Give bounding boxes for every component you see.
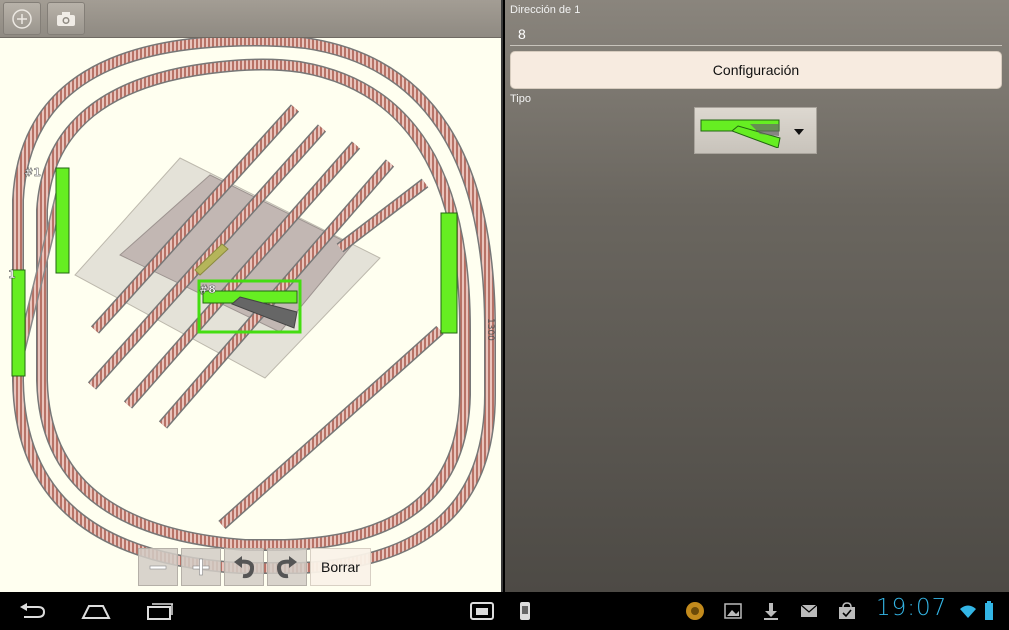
usb-status bbox=[516, 592, 534, 630]
chevron-down-icon bbox=[794, 129, 804, 135]
turnout-1-upper[interactable] bbox=[55, 167, 70, 274]
store-notification[interactable] bbox=[836, 592, 858, 630]
turnout-right[interactable] bbox=[440, 212, 458, 334]
recent-apps-button[interactable] bbox=[142, 592, 178, 630]
mail-notification[interactable] bbox=[798, 592, 820, 630]
configuration-button[interactable]: Configuración bbox=[510, 51, 1002, 89]
wifi-icon bbox=[960, 605, 976, 618]
status-clock: 19:07 bbox=[876, 595, 948, 621]
screenshot-button[interactable] bbox=[468, 592, 496, 630]
turnout-right-icon bbox=[700, 119, 781, 148]
turnout-label-b: 1 bbox=[8, 268, 16, 281]
home-button[interactable] bbox=[78, 592, 114, 630]
type-label: Tipo bbox=[510, 93, 531, 105]
type-dropdown[interactable] bbox=[694, 107, 817, 154]
address-input[interactable] bbox=[510, 22, 1002, 46]
screenshot-icon bbox=[470, 602, 494, 620]
zoom-in-button[interactable] bbox=[181, 548, 221, 586]
app-notification-icon bbox=[686, 602, 704, 620]
zoom-out-button[interactable] bbox=[138, 548, 178, 586]
recent-apps-icon bbox=[147, 603, 173, 620]
mail-icon bbox=[800, 604, 818, 617]
app-notification[interactable] bbox=[684, 592, 706, 630]
add-circle-icon bbox=[12, 8, 32, 29]
battery-icon bbox=[985, 601, 993, 620]
back-button[interactable] bbox=[14, 592, 50, 630]
camera-icon bbox=[57, 11, 75, 26]
gallery-icon bbox=[724, 603, 742, 619]
screen: #1 1 #8 1300 Borrar Dirección de 1 Confi… bbox=[0, 0, 1009, 630]
track-editor-pane: #1 1 #8 1300 Borrar bbox=[0, 0, 503, 592]
minus-icon bbox=[149, 565, 167, 570]
undo-button[interactable] bbox=[224, 548, 264, 586]
usb-icon bbox=[520, 602, 530, 620]
zoom-controls: Borrar bbox=[138, 548, 371, 586]
add-track-button[interactable] bbox=[3, 2, 41, 35]
turnout-label-a: #1 bbox=[24, 166, 41, 179]
battery-status bbox=[982, 592, 996, 630]
properties-pane: Dirección de 1 Configuración Tipo bbox=[505, 0, 1009, 592]
turnout-1-lower[interactable] bbox=[11, 269, 26, 377]
home-icon bbox=[81, 605, 111, 619]
back-icon bbox=[20, 603, 46, 618]
system-navbar: 19:07 bbox=[0, 592, 1009, 630]
camera-button[interactable] bbox=[47, 2, 85, 35]
download-notification[interactable] bbox=[760, 592, 782, 630]
plus-icon bbox=[192, 558, 210, 576]
delete-button[interactable]: Borrar bbox=[310, 548, 371, 586]
dimension-label: 1300 bbox=[485, 318, 495, 341]
address-label: Dirección de 1 bbox=[510, 4, 581, 16]
redo-button[interactable] bbox=[267, 548, 307, 586]
editor-toolbar bbox=[0, 0, 501, 38]
redo-icon bbox=[276, 556, 297, 579]
download-icon bbox=[764, 603, 778, 620]
undo-icon bbox=[234, 556, 255, 579]
store-icon bbox=[839, 602, 855, 619]
wifi-status bbox=[958, 592, 978, 630]
gallery-notification[interactable] bbox=[722, 592, 744, 630]
selected-turnout-label: #8 bbox=[199, 283, 216, 296]
track-layout-canvas[interactable]: #1 1 #8 1300 bbox=[0, 38, 503, 592]
